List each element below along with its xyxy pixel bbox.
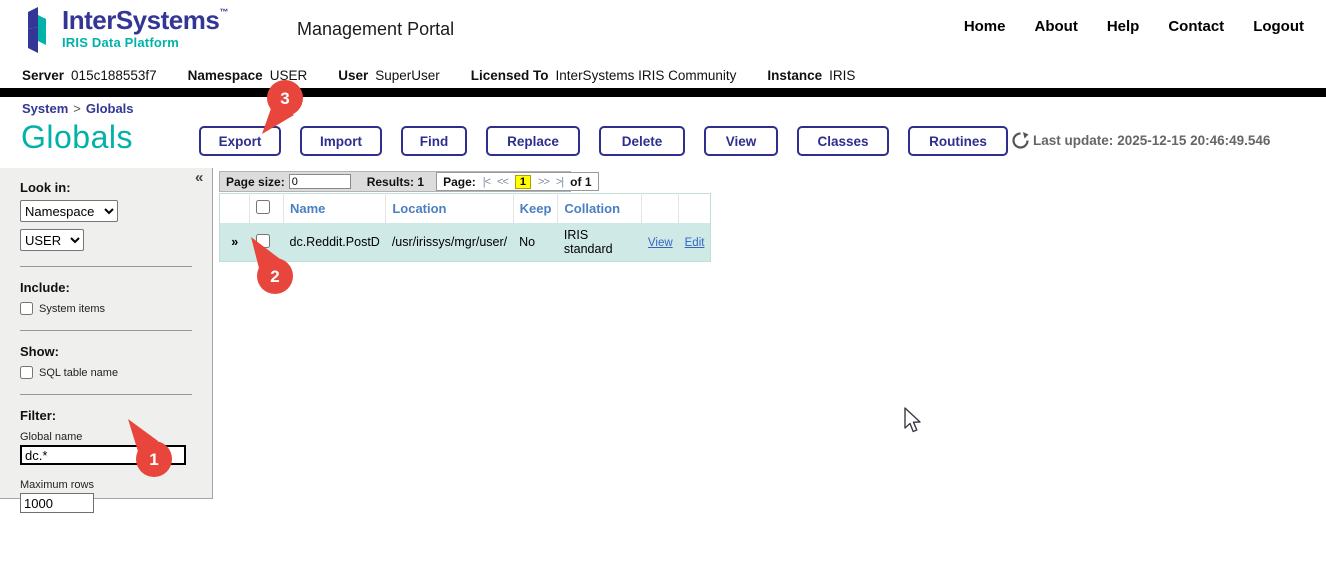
pager-first-icon[interactable]: |< — [483, 176, 490, 188]
maximum-rows-input[interactable] — [20, 493, 94, 513]
breadcrumb: System > Globals — [22, 101, 134, 116]
refresh-icon[interactable] — [1012, 132, 1029, 149]
info-licensed-to: Licensed ToInterSystems IRIS Community — [471, 68, 737, 83]
info-server: Server015c188553f7 — [22, 68, 157, 83]
delete-button[interactable]: Delete — [599, 126, 685, 156]
table-header-row: Name Location Keep Collation — [220, 194, 711, 224]
find-button[interactable]: Find — [401, 126, 467, 156]
annotation-marker-2: 2 — [242, 234, 300, 298]
cell-location: /usr/irissys/mgr/user/ — [386, 223, 513, 262]
column-keep[interactable]: Keep — [513, 194, 558, 224]
pager-next-icon[interactable]: >> — [538, 176, 549, 188]
pager: Page: |< << 1 >> >| of 1 — [436, 172, 598, 191]
mouse-cursor — [903, 407, 923, 435]
header-checkbox-cell — [250, 194, 284, 224]
view-button[interactable]: View — [704, 126, 778, 156]
search-sidebar: Look in: Namespace USER Include: System … — [0, 168, 213, 499]
annotation-marker-3: 3 — [254, 78, 312, 142]
column-view-spacer — [642, 194, 679, 224]
system-items-checkbox[interactable] — [20, 302, 33, 315]
pager-current-page[interactable]: 1 — [515, 175, 531, 189]
column-edit-spacer — [679, 194, 711, 224]
annotation-2-number: 2 — [270, 267, 279, 286]
select-all-checkbox[interactable] — [256, 200, 270, 214]
column-location[interactable]: Location — [386, 194, 513, 224]
page-label: Page: — [443, 175, 476, 189]
sidebar-divider — [20, 330, 192, 331]
last-update-value: 2025-12-15 20:46:49.546 — [1117, 133, 1270, 148]
annotation-3-number: 3 — [280, 89, 289, 108]
management-portal-window: InterSystems™ IRIS Data Platform Managem… — [0, 0, 1326, 566]
annotation-marker-1: 1 — [120, 416, 178, 480]
annotation-1-number: 1 — [149, 450, 158, 469]
last-update-label: Last update: — [1033, 133, 1113, 148]
search-scope-select[interactable]: Namespace — [20, 200, 118, 222]
sql-table-name-option[interactable]: SQL table name — [20, 366, 194, 379]
cell-collation: IRIS standard — [558, 223, 642, 262]
page-title: Globals — [21, 119, 133, 156]
pager-of-label: of 1 — [570, 175, 591, 189]
routines-button[interactable]: Routines — [908, 126, 1008, 156]
nav-contact[interactable]: Contact — [1168, 18, 1224, 35]
intersystems-logo: InterSystems™ IRIS Data Platform — [24, 7, 228, 53]
brand-tagline: IRIS Data Platform — [62, 36, 228, 49]
page-size-input[interactable] — [289, 174, 351, 189]
maximum-rows-label: Maximum rows — [20, 479, 194, 491]
sql-table-name-checkbox[interactable] — [20, 366, 33, 379]
sidebar-collapse-chevron-icon[interactable]: « — [195, 169, 203, 186]
sidebar-divider — [20, 394, 192, 395]
cell-view-action: View — [642, 223, 679, 262]
import-button[interactable]: Import — [300, 126, 382, 156]
system-items-option[interactable]: System items — [20, 302, 194, 315]
last-update: Last update: 2025-12-15 20:46:49.546 — [1012, 132, 1270, 149]
namespace-select[interactable]: USER — [20, 229, 84, 251]
results-bar: Page size: Results: 1 Page: |< << 1 >> >… — [219, 171, 571, 192]
breadcrumb-separator: > — [73, 101, 81, 116]
header-divider-bar — [0, 88, 1326, 97]
brand-name: InterSystems™ — [62, 7, 228, 33]
sidebar-divider — [20, 266, 192, 267]
classes-button[interactable]: Classes — [797, 126, 889, 156]
breadcrumb-globals[interactable]: Globals — [86, 101, 134, 116]
nav-home[interactable]: Home — [964, 18, 1006, 35]
look-in-label: Look in: — [20, 180, 194, 195]
column-collation[interactable]: Collation — [558, 194, 642, 224]
intersystems-logo-icon — [24, 7, 54, 53]
toolbar: Export Import Find Replace Delete View C… — [199, 126, 1008, 156]
breadcrumb-system-link[interactable]: System — [22, 101, 68, 116]
pager-last-icon[interactable]: >| — [556, 176, 563, 188]
column-name[interactable]: Name — [284, 194, 386, 224]
cell-keep: No — [513, 223, 558, 262]
show-label: Show: — [20, 344, 194, 359]
sql-table-name-label: SQL table name — [39, 367, 118, 379]
header-row-marker — [220, 194, 250, 224]
results-count: Results: 1 — [367, 175, 424, 189]
pager-prev-icon[interactable]: << — [497, 176, 508, 188]
portal-title: Management Portal — [297, 19, 454, 40]
edit-link[interactable]: Edit — [685, 237, 705, 249]
nav-help[interactable]: Help — [1107, 18, 1140, 35]
info-instance: InstanceIRIS — [767, 68, 855, 83]
page-size-label: Page size: — [226, 175, 285, 189]
view-link[interactable]: View — [648, 237, 673, 249]
top-nav: Home About Help Contact Logout — [964, 18, 1304, 35]
server-info-bar: Server015c188553f7 NamespaceUSER UserSup… — [22, 68, 886, 83]
cell-edit-action: Edit — [679, 223, 711, 262]
system-items-label: System items — [39, 303, 105, 315]
nav-about[interactable]: About — [1035, 18, 1078, 35]
nav-logout[interactable]: Logout — [1253, 18, 1304, 35]
include-label: Include: — [20, 280, 194, 295]
replace-button[interactable]: Replace — [486, 126, 580, 156]
info-user: UserSuperUser — [338, 68, 440, 83]
